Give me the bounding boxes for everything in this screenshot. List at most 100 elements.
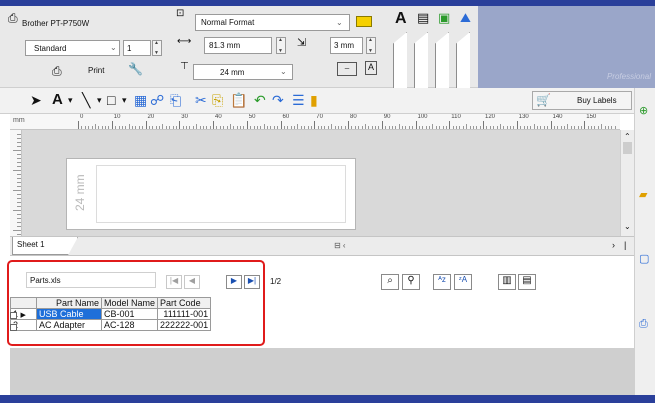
- ruler-tick: [550, 121, 552, 129]
- printer-icon[interactable]: ⎙: [8, 11, 18, 26]
- ruler-tick: [381, 121, 383, 129]
- scroll-down-icon[interactable]: ⌄: [624, 222, 631, 231]
- ruler-tick-label: 150: [586, 114, 597, 120]
- scroll-end-icon[interactable]: |: [624, 240, 626, 250]
- ruler-tick-label: 130: [518, 114, 529, 120]
- label-print-area[interactable]: [96, 165, 346, 223]
- chevron-down-icon: ⌄: [110, 43, 117, 52]
- print-icon[interactable]: ⎙: [52, 64, 62, 79]
- drawing-toolbar: ➤ A ▾ ╲ ▾ □ ▾ ▦ ☍ ⎗ ✂ ⎘ 📋 ↶ ↷ ☰ ▮ 🛒 Buy …: [0, 88, 655, 114]
- ruler-tick: [111, 121, 113, 129]
- layout-icon[interactable]: ⎗: [170, 93, 181, 107]
- fit-length-icon[interactable]: ⇲: [297, 36, 306, 49]
- ruler-minor-tick: [13, 230, 21, 231]
- text-tool-icon[interactable]: A: [52, 92, 63, 107]
- paste-icon[interactable]: 📋: [230, 93, 247, 107]
- view-list-icon[interactable]: ▤: [518, 274, 536, 290]
- table-icon[interactable]: ▦: [134, 93, 147, 107]
- ruler-minor-tick: [13, 190, 21, 191]
- chevron-down-icon: ⌄: [336, 18, 343, 27]
- ruler-tick: [145, 121, 147, 129]
- text-tab-icon[interactable]: A: [395, 10, 407, 28]
- sort-descending-icon[interactable]: ᶻA: [454, 274, 472, 290]
- print-preview-icon[interactable]: ⎙: [639, 318, 648, 331]
- label-size-indicator: 24 mm: [73, 174, 87, 211]
- printer-name[interactable]: Brother PT-P750W: [22, 19, 89, 28]
- panel-header: Professional: [478, 6, 655, 88]
- copies-value: 1: [127, 44, 132, 53]
- text-align-icon[interactable]: ⎯: [337, 62, 357, 76]
- image-tab-icon[interactable]: ▣: [438, 10, 450, 26]
- width-value: 81.3 mm: [209, 41, 241, 50]
- ruler-tick-label: 70: [316, 114, 323, 120]
- tab-image[interactable]: [435, 32, 449, 90]
- filter-icon[interactable]: ⚲: [402, 274, 420, 290]
- format-icon: ⊡: [176, 8, 185, 19]
- search-icon[interactable]: ⌕: [381, 274, 399, 290]
- sheet-nav-icon[interactable]: ⊟ ‹: [334, 241, 346, 250]
- vertical-scrollbar[interactable]: ⌃ ⌄: [620, 130, 634, 236]
- folder-icon[interactable]: ▰: [639, 188, 647, 201]
- scroll-up-icon[interactable]: ⌃: [624, 132, 631, 141]
- width-input[interactable]: 81.3 mm: [204, 37, 272, 54]
- settings-tool-icon[interactable]: 🔧: [128, 62, 143, 76]
- ruler-tick: [213, 121, 214, 129]
- ruler-tick-label: 90: [383, 114, 391, 120]
- buy-labels-button[interactable]: 🛒 Buy Labels: [532, 91, 632, 110]
- clipart-tab-icon[interactable]: ⛰: [460, 10, 471, 26]
- scroll-right-icon[interactable]: ›: [612, 240, 615, 250]
- scroll-thumb[interactable]: [623, 142, 632, 154]
- width-stepper[interactable]: [276, 37, 286, 54]
- tape-width-select[interactable]: 24 mm ⌄: [193, 64, 293, 80]
- ruler-minor-tick: [13, 210, 21, 211]
- ruler-tick: [78, 121, 79, 129]
- ruler-tick: [584, 121, 586, 129]
- chevron-down-icon[interactable]: ▾: [122, 93, 127, 107]
- margin-value: 3 mm: [334, 41, 354, 50]
- add-object-icon[interactable]: ⊕: [639, 104, 648, 117]
- chevron-down-icon[interactable]: ▾: [97, 93, 102, 107]
- paper-mode-label: Standard: [34, 44, 67, 53]
- copies-input[interactable]: 1: [123, 40, 151, 56]
- text-frame-icon[interactable]: A: [365, 61, 377, 75]
- ribbon: ⎙ Brother PT-P750W Standard ⌄ 1 ⎙ Print …: [0, 6, 655, 90]
- redo-icon[interactable]: ↷: [272, 93, 284, 107]
- ruler-tick-label: 110: [451, 114, 461, 120]
- chevron-down-icon[interactable]: ▾: [68, 93, 73, 107]
- tab-text[interactable]: [393, 32, 407, 90]
- vertical-ruler: [10, 130, 22, 236]
- ruler-tick-label: 120: [485, 114, 496, 120]
- print-button[interactable]: Print: [88, 66, 104, 75]
- color-icon[interactable]: [356, 16, 372, 27]
- format-select[interactable]: Normal Format ⌄: [195, 14, 350, 31]
- horizontal-ruler: mm 0 10 20 30 40 50 60 70 80 90 100 110 120 130 140 150: [10, 114, 620, 130]
- margin-stepper[interactable]: [366, 37, 376, 54]
- ruler-tick-label: 50: [248, 114, 256, 120]
- ruler-tick: [516, 121, 518, 129]
- object-icon[interactable]: ▮: [310, 93, 318, 107]
- tape-width-label: 24 mm: [220, 68, 245, 77]
- width-icon: ⟷: [177, 36, 192, 47]
- ruler-tick: [449, 121, 451, 129]
- margin-input[interactable]: 3 mm: [330, 37, 363, 54]
- cut-icon[interactable]: ✂: [195, 93, 207, 107]
- tab-sheet-1[interactable]: Sheet 1: [12, 237, 78, 255]
- paper-mode-select[interactable]: Standard ⌄: [25, 40, 120, 56]
- panel-icon[interactable]: ▢: [639, 252, 649, 265]
- layout-tab-icon[interactable]: ▤: [417, 10, 429, 26]
- sort-ascending-icon[interactable]: ᴬz: [433, 274, 451, 290]
- tab-clipart[interactable]: [456, 32, 470, 90]
- tab-layout[interactable]: [414, 32, 428, 90]
- database-icon[interactable]: ☍: [150, 93, 164, 107]
- copies-stepper[interactable]: [152, 40, 162, 56]
- align-icon[interactable]: ☰: [292, 93, 305, 107]
- line-tool-icon[interactable]: ╲: [82, 93, 90, 107]
- select-arrow-icon[interactable]: ➤: [30, 93, 42, 107]
- shape-tool-icon[interactable]: □: [107, 93, 115, 107]
- tape-icon: ⊤: [180, 61, 189, 72]
- undo-icon[interactable]: ↶: [254, 93, 266, 107]
- view-grid-icon[interactable]: ▥: [498, 274, 516, 290]
- status-bar: [0, 395, 655, 403]
- side-panel: ⊕ ▰ ▢ ⎙: [634, 88, 655, 403]
- copy-icon[interactable]: ⎘: [212, 93, 223, 107]
